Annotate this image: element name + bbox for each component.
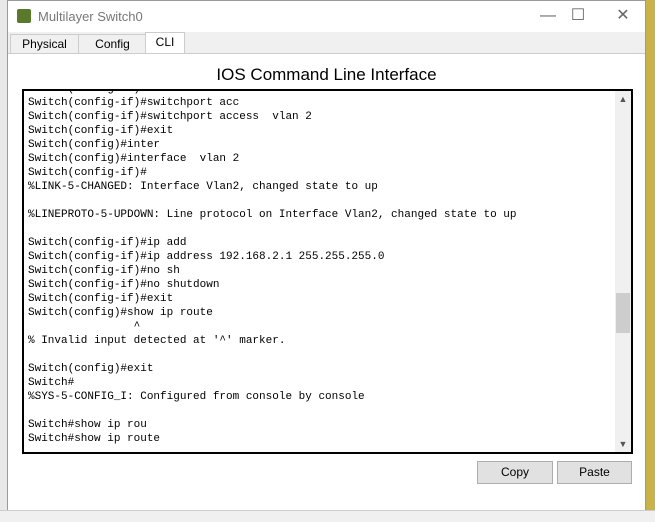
tab-config[interactable]: Config bbox=[78, 34, 147, 54]
paste-button[interactable]: Paste bbox=[557, 461, 632, 484]
terminal-line: Switch# bbox=[28, 377, 75, 389]
tab-physical[interactable]: Physical bbox=[10, 34, 79, 54]
title-bar[interactable]: Multilayer Switch0 — ☐ ✕ bbox=[8, 1, 645, 32]
cli-panel: IOS Command Line Interface Switch(config… bbox=[8, 53, 645, 510]
terminal-line: Switch#show ip route bbox=[28, 433, 161, 445]
background-app bbox=[646, 0, 655, 521]
maximize-button[interactable]: ☐ bbox=[563, 5, 593, 27]
close-button[interactable]: ✕ bbox=[608, 5, 638, 27]
terminal-line: %LINK-5-CHANGED: Interface Vlan2, change… bbox=[28, 181, 378, 193]
terminal-line: Switch(config-if)#no shutdown bbox=[28, 279, 220, 291]
minimize-button[interactable]: — bbox=[533, 5, 563, 27]
terminal-output: Switch(config-if)#swit Switch(config-if)#… bbox=[28, 89, 517, 446]
copy-button[interactable]: Copy bbox=[477, 461, 553, 484]
window-title: Multilayer Switch0 bbox=[38, 9, 143, 24]
terminal-line: Switch(config-if)#ip add bbox=[28, 237, 187, 249]
terminal-line: Switch(config)#exit bbox=[28, 363, 154, 375]
terminal-line: Switch(config)#show ip route bbox=[28, 307, 213, 319]
terminal-line: Switch(config-if)#exit bbox=[28, 125, 174, 137]
terminal-line: ^ bbox=[28, 321, 141, 333]
terminal-line: % Invalid input detected at '^' marker. bbox=[28, 335, 286, 347]
terminal-line: %LINEPROTO-5-UPDOWN: Line protocol on In… bbox=[28, 209, 517, 221]
terminal-line: Switch(config)#inter bbox=[28, 139, 161, 151]
background-taskbar bbox=[0, 510, 655, 522]
scroll-down-icon[interactable]: ▼ bbox=[615, 436, 631, 452]
terminal-line: Switch(config-if)#ip address 192.168.2.1… bbox=[28, 251, 385, 263]
terminal-line: Switch(config-if)# bbox=[28, 167, 147, 179]
terminal-line: Switch(config)#interface vlan 2 bbox=[28, 153, 240, 165]
terminal-line: Switch(config-if)#exit bbox=[28, 293, 174, 305]
terminal-line: Switch(config-if)#no sh bbox=[28, 265, 180, 277]
cli-terminal[interactable]: Switch(config-if)#swit Switch(config-if)#… bbox=[22, 89, 633, 454]
terminal-line: %SYS-5-CONFIG_I: Configured from console… bbox=[28, 391, 365, 403]
scrollbar-thumb[interactable] bbox=[616, 293, 630, 333]
terminal-line: Switch(config-if)#switchport acc bbox=[28, 97, 240, 109]
terminal-line: Switch(config-if)#switchport access vlan… bbox=[28, 111, 312, 123]
scrollbar[interactable]: ▲ ▼ bbox=[615, 91, 631, 452]
tab-cli[interactable]: CLI bbox=[145, 32, 185, 55]
tab-bar: Physical Config CLI bbox=[8, 32, 645, 55]
terminal-line: Switch#show ip rou bbox=[28, 419, 147, 431]
switch-app-icon bbox=[17, 9, 31, 23]
scroll-up-icon[interactable]: ▲ bbox=[615, 91, 631, 107]
device-window: Multilayer Switch0 — ☐ ✕ Physical Config… bbox=[7, 0, 646, 510]
terminal-line: Switch(config-if)#swit bbox=[28, 89, 174, 95]
page-title: IOS Command Line Interface bbox=[216, 65, 437, 84]
